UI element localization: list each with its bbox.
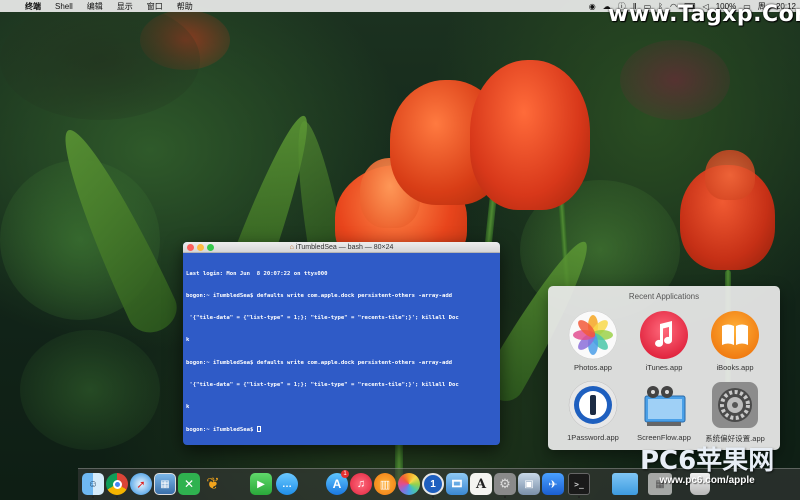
menu-window[interactable]: 窗口	[140, 1, 170, 12]
running-indicator	[504, 496, 506, 498]
itunes-icon	[639, 310, 689, 360]
terminal-content[interactable]: Last login: Mon Jun 8 20:07:22 on ttys00…	[183, 253, 500, 445]
tes-butterfly-icon[interactable]: ❦	[202, 473, 224, 495]
image-capture-icon[interactable]: ▣	[518, 473, 540, 495]
facetime-icon[interactable]: ▶	[250, 473, 272, 495]
menu-help[interactable]: 帮助	[170, 1, 200, 12]
photos-icon	[568, 310, 618, 360]
running-indicator	[432, 496, 434, 498]
itunes-icon[interactable]: ♫	[350, 473, 372, 495]
chrome-icon[interactable]	[106, 473, 128, 495]
menu-shell[interactable]: Shell	[48, 2, 80, 11]
terminal-line: '{"tile-data" = {"list-type" = 1;}; "til…	[186, 381, 459, 388]
recent-app-ibooks[interactable]: iBooks.app	[700, 310, 770, 372]
ibooks-icon	[710, 310, 760, 360]
system-preferences-icon[interactable]: ⚙	[494, 473, 516, 495]
terminal-line: bogon:~ iTumbledSea$ defaults write com.…	[186, 359, 453, 366]
recent-app-label: Photos.app	[574, 363, 612, 372]
text-cursor	[256, 426, 261, 433]
watermark-bottom: PC6苹果网 www.pc6.com/apple	[640, 440, 774, 486]
terminal-line: k	[186, 337, 190, 344]
terminal-title: ⌂ iTumbledSea — bash — 80×24	[183, 242, 500, 253]
recent-app-screenflow[interactable]: ScreenFlow.app	[629, 380, 699, 442]
menu-view[interactable]: 显示	[110, 1, 140, 12]
finder-icon[interactable]: ☺	[82, 473, 104, 495]
recent-app-photos[interactable]: Photos.app	[558, 310, 628, 372]
xmind-icon[interactable]: ✕	[178, 473, 200, 495]
screenflow-icon[interactable]: 🎞	[446, 473, 468, 495]
folder-icon[interactable]	[612, 473, 638, 495]
font-book-icon[interactable]: A	[470, 473, 492, 495]
menu-app-name[interactable]: 终端	[18, 1, 48, 12]
terminal-line: Last login: Mon Jun 8 20:07:22 on ttys00…	[186, 270, 328, 277]
terminal-line: bogon:~ iTumbledSea$ defaults write com.…	[186, 293, 453, 300]
recent-app-label: 1Password.app	[567, 433, 619, 442]
recent-applications-header: Recent Applications	[628, 292, 700, 301]
xcode-icon[interactable]: ✈	[542, 473, 564, 495]
terminal-title-text: iTumbledSea — bash — 80×24	[295, 244, 394, 251]
screen-record-icon[interactable]: ◉	[589, 2, 596, 11]
photos-icon[interactable]	[398, 473, 420, 495]
watermark-bottom-url: www.pc6.com/apple	[659, 475, 755, 486]
recent-applications-stack: Recent Applications Photos.app iTunes.ap…	[548, 286, 780, 450]
running-indicator	[116, 496, 118, 498]
system-preferences-icon	[710, 380, 760, 430]
terminal-prompt-line: bogon:~ iTumbledSea$	[186, 426, 497, 434]
terminal-prompt: bogon:~ iTumbledSea$	[186, 427, 257, 434]
1password-icon	[568, 380, 618, 430]
messages-icon[interactable]: …	[276, 473, 298, 495]
ibooks-icon[interactable]: ▥	[374, 473, 396, 495]
recent-app-1password[interactable]: 1Password.app	[558, 380, 628, 442]
menu-edit[interactable]: 编辑	[80, 1, 110, 12]
safari-icon[interactable]: ➚	[130, 473, 152, 495]
preview-icon[interactable]: ▦	[154, 473, 176, 495]
watermark-top: www.Tagxp.Com	[608, 2, 800, 27]
terminal-line: k	[186, 404, 190, 411]
watermark-bottom-title: PC6苹果网	[640, 446, 775, 476]
running-indicator	[92, 496, 94, 498]
running-indicator	[578, 496, 580, 498]
recent-app-label: iTunes.app	[645, 363, 683, 372]
app-store-badge: 1	[341, 470, 349, 478]
terminal-line: '{"tile-data" = {"list-type" = 1;}; "til…	[186, 315, 459, 322]
home-folder-icon: ⌂	[289, 244, 294, 251]
recent-app-system-preferences[interactable]: 系统偏好设置.app	[700, 380, 770, 444]
recent-app-label: iBooks.app	[716, 363, 754, 372]
screenflow-icon	[639, 380, 689, 430]
terminal-icon[interactable]: >_	[568, 473, 590, 495]
terminal-titlebar[interactable]: ⌂ iTumbledSea — bash — 80×24	[183, 242, 500, 253]
terminal-window[interactable]: ⌂ iTumbledSea — bash — 80×24 Last login: …	[183, 242, 500, 445]
1password-icon[interactable]: 1	[422, 473, 444, 495]
recent-app-itunes[interactable]: iTunes.app	[629, 310, 699, 372]
